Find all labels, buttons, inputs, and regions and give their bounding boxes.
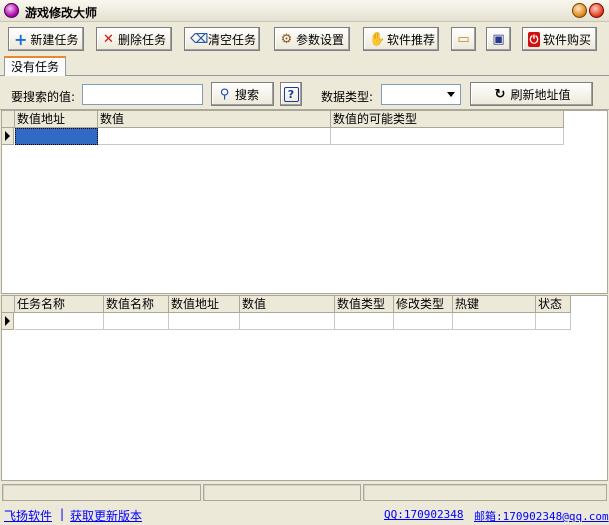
buy-label: 软件购买 [542,32,591,47]
delete-task-button[interactable]: ✕ 删除任务 [96,27,172,51]
tasks-corner-header [2,296,15,313]
tab-no-task[interactable]: 没有任务 [4,56,67,76]
toolbar: + 新建任务 ✕ 删除任务 ⌫ 清空任务 ⚙ 参数设置 ✋ 软件推荐 ▭ ▣ ⏻… [0,22,609,56]
app-icon [4,3,19,18]
status-bar [0,482,609,502]
tasks-col-value-address[interactable]: 数值地址 [169,296,240,313]
tasks-col-value-type[interactable]: 数值类型 [335,296,394,313]
results-cell-possible-types[interactable] [331,128,564,145]
results-col-value[interactable]: 数值 [98,111,331,128]
tasks-cell-value[interactable] [240,313,335,330]
results-cell-value[interactable] [98,128,331,145]
status-segment [203,484,361,501]
results-col-possible-types[interactable]: 数值的可能类型 [331,111,564,128]
refresh-icon: ↻ [494,86,506,102]
company-link[interactable]: 飞扬软件 [4,507,52,524]
search-button-label: 搜索 [235,87,260,102]
search-value-label: 要搜索的值: [11,90,76,104]
tasks-cell-status[interactable] [536,313,571,330]
tasks-col-task-name[interactable]: 任务名称 [15,296,104,313]
clear-tasks-button[interactable]: ⌫ 清空任务 [184,27,260,51]
settings-label: 参数设置 [295,32,344,47]
clear-tasks-label: 清空任务 [208,32,257,47]
refresh-address-label: 刷新地址值 [510,87,571,102]
tasks-cell-hotkey[interactable] [453,313,536,330]
tasks-table: 任务名称 数值名称 数值地址 数值 数值类型 修改类型 热键 状态 [1,295,608,481]
refresh-address-button[interactable]: ↻ 刷新地址值 [470,82,593,106]
broom-icon: ⌫ [190,31,209,47]
search-button[interactable]: ⚲ 搜索 [211,82,274,106]
email-link[interactable]: 邮箱:170902348@qq.com [474,508,609,524]
help-icon: ? [283,86,299,102]
results-row-indicator [2,128,14,145]
x-icon: ✕ [103,31,114,47]
new-task-button[interactable]: + 新建任务 [8,27,84,51]
tasks-col-value-name[interactable]: 数值名称 [104,296,169,313]
tasks-cell-value-name[interactable] [104,313,169,330]
help-button[interactable]: ? [280,82,302,106]
results-table: 数值地址 数值 数值的可能类型 [1,110,608,294]
folder-icon: ▭ [457,31,470,47]
plus-icon: + [14,29,28,49]
delete-task-label: 删除任务 [117,32,166,47]
settings-button[interactable]: ⚙ 参数设置 [274,27,350,51]
data-type-label: 数据类型: [321,90,374,104]
recommend-button[interactable]: ✋ 软件推荐 [363,27,439,51]
tasks-col-modify-type[interactable]: 修改类型 [394,296,453,313]
window-title: 游戏修改大师 [25,6,98,20]
tasks-col-hotkey[interactable]: 热键 [453,296,536,313]
power-icon: ⏻ [528,31,540,47]
footer-separator: | [60,507,65,521]
tasks-col-status[interactable]: 状态 [536,296,571,313]
close-button[interactable] [589,3,604,18]
data-type-select[interactable] [381,84,461,105]
save-file-button[interactable]: ▣ [486,27,511,51]
recommend-label: 软件推荐 [387,32,436,47]
new-task-label: 新建任务 [30,32,79,47]
minimize-button[interactable] [572,3,587,18]
tasks-cell-value-type[interactable] [335,313,394,330]
hand-icon: ✋ [369,31,386,47]
tasks-cell-task-name[interactable] [15,313,104,330]
status-segment [2,484,201,501]
floppy-disk-icon: ▣ [492,31,505,47]
buy-button[interactable]: ⏻ 软件购买 [522,27,597,51]
magnifier-icon: ⚲ [219,86,230,102]
qq-link[interactable]: QQ:170902348 [384,508,463,521]
title-bar: 游戏修改大师 [0,0,609,22]
tasks-cell-modify-type[interactable] [394,313,453,330]
results-corner-header [2,111,15,128]
tasks-col-value[interactable]: 数值 [240,296,335,313]
tasks-cell-value-address[interactable] [169,313,240,330]
search-value-input[interactable] [82,84,203,105]
status-segment [363,484,607,501]
chevron-down-icon [447,92,455,97]
tasks-row-indicator [2,313,14,330]
results-col-address[interactable]: 数值地址 [15,111,98,128]
results-cell-address[interactable] [15,128,98,145]
update-link[interactable]: 获取更新版本 [70,507,142,524]
footer: 飞扬软件 | 获取更新版本 QQ:170902348 邮箱:170902348@… [0,502,609,525]
open-file-button[interactable]: ▭ [451,27,476,51]
settings-icon: ⚙ [280,31,293,47]
task-tabs: 没有任务 [0,56,609,76]
